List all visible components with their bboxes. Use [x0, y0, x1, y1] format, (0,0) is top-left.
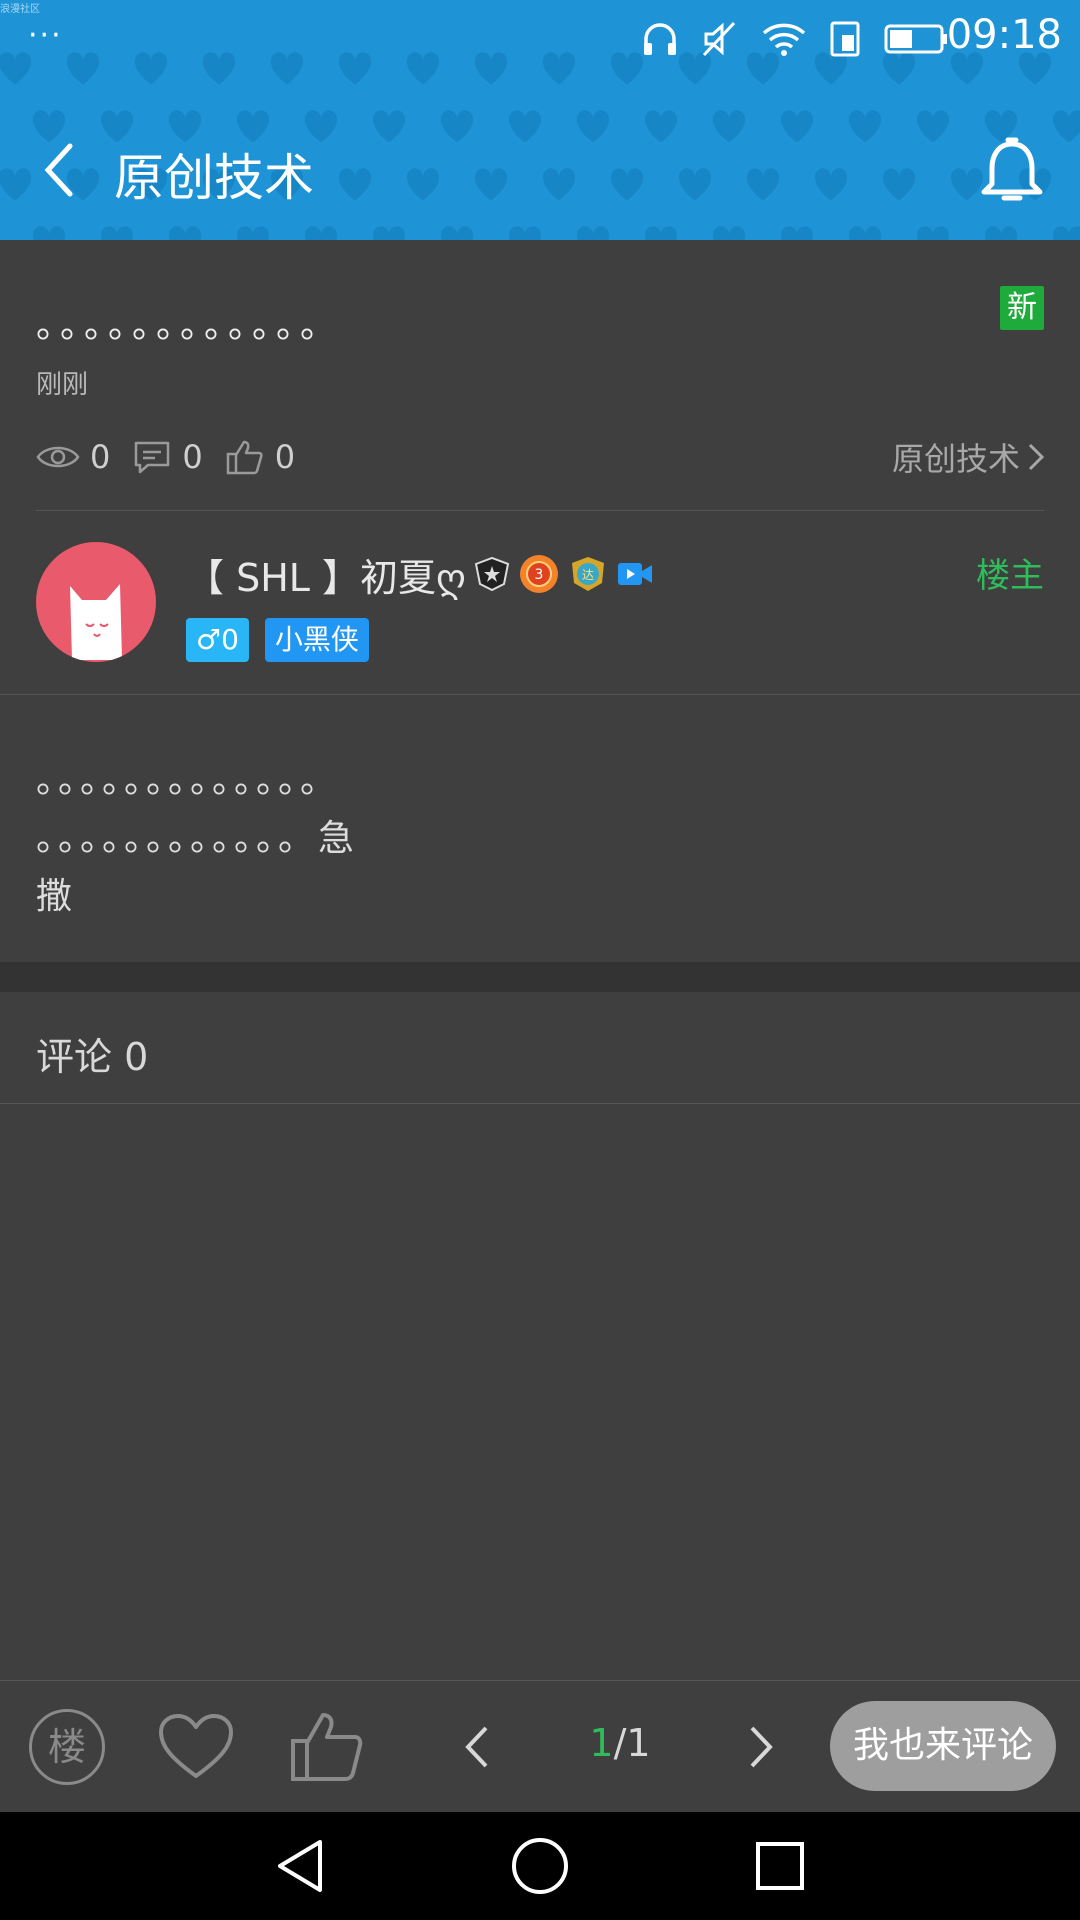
- views-stat: 0: [36, 438, 110, 476]
- heart-icon: [159, 1714, 233, 1778]
- chevron-right-icon: [750, 1726, 773, 1768]
- system-navigation-bar: [0, 1812, 1080, 1920]
- square-recents-icon: [756, 1842, 804, 1890]
- page-indicator[interactable]: 1/1: [560, 1721, 680, 1765]
- chevron-right-icon: [1028, 443, 1045, 471]
- thumbs-up-icon: [291, 1713, 363, 1781]
- page-total: /1: [613, 1721, 651, 1765]
- system-home-button[interactable]: [508, 1834, 572, 1898]
- floor-icon: 楼: [29, 1709, 105, 1785]
- favorite-button[interactable]: [156, 1705, 236, 1789]
- bell-icon: [981, 137, 1043, 201]
- level-tag: 小黑侠: [264, 618, 369, 662]
- likes-count: 0: [274, 438, 296, 476]
- divider: [36, 510, 1044, 511]
- video-badge-icon: [617, 563, 652, 585]
- comments-stat: 0: [132, 438, 203, 476]
- post-body-line: 撒: [36, 876, 77, 917]
- section-separator: [0, 962, 1080, 992]
- thread-owner-tag: 楼主: [976, 556, 1044, 596]
- jump-to-floor-button[interactable]: 楼: [28, 1705, 106, 1789]
- new-badge: 新: [1000, 286, 1044, 330]
- back-button[interactable]: [40, 130, 90, 210]
- chevron-left-icon: [44, 143, 73, 197]
- post-time: 刚刚: [36, 370, 89, 400]
- like-button[interactable]: [288, 1705, 368, 1789]
- svg-text:达: 达: [582, 568, 594, 582]
- system-back-button[interactable]: [268, 1834, 332, 1898]
- post-body: 。。。。。。。。。。。。。 。。。。。。。。。。。。急 撒: [36, 752, 1044, 926]
- svg-text:3: 3: [534, 567, 543, 583]
- triangle-back-icon: [278, 1840, 322, 1892]
- write-comment-button[interactable]: 我也来评论: [830, 1701, 1056, 1791]
- notification-more-icon: ···: [28, 18, 63, 53]
- expert-medal-icon: 达: [571, 557, 604, 591]
- comments-count: 0: [182, 438, 203, 476]
- page-title: 原创技术: [114, 149, 314, 207]
- status-icons: [640, 16, 950, 62]
- comments-label: 评论 0: [36, 1035, 149, 1079]
- previous-page-button[interactable]: [452, 1705, 502, 1789]
- avatar[interactable]: [36, 542, 156, 662]
- author-tags: ♂0 小黑侠: [186, 618, 369, 662]
- thumbs-up-icon: [226, 440, 263, 475]
- app-header: 浪漫社区 ··· 09:18 原创技术: [0, 0, 1080, 240]
- wifi-icon: [762, 23, 806, 56]
- category-label: 原创技术: [891, 440, 1020, 478]
- status-clock: 09:18: [946, 12, 1062, 58]
- level-3-medal-icon: 3: [519, 555, 558, 593]
- likes-stat: 0: [225, 438, 295, 476]
- eye-icon: [36, 446, 80, 468]
- next-page-button[interactable]: [736, 1705, 786, 1789]
- gender-tag: ♂0: [186, 618, 249, 662]
- post-body-line: 。。。。。。。。。。。。。: [36, 760, 341, 801]
- post-stats: 0 0 0: [36, 432, 295, 482]
- cat-avatar-icon: [70, 584, 122, 660]
- notification-button[interactable]: [974, 134, 1050, 210]
- system-recents-button[interactable]: [748, 1834, 812, 1898]
- headphones-icon: [644, 23, 676, 55]
- shield-medal-icon: [474, 556, 510, 592]
- category-link[interactable]: 原创技术: [892, 432, 1046, 482]
- views-count: 0: [90, 438, 111, 476]
- post-title: 。。。。。。。。。。。。: [36, 305, 343, 346]
- battery-icon: [884, 24, 947, 54]
- post-body-line: 。。。。。。。。。。。。急: [36, 818, 359, 859]
- chevron-left-icon: [465, 1726, 488, 1768]
- author-name-row: 【 SHL 】初夏ღ 3 达: [186, 546, 654, 602]
- mute-icon: [702, 21, 736, 57]
- post-header-section: 。。。。。。。。。。。。 新 刚刚 0 0 0 原创技术 【 SHL 】初夏ღ: [0, 240, 1080, 695]
- app-label: 浪漫社区: [0, 4, 40, 15]
- comments-header: 评论 0: [0, 992, 1080, 1104]
- divider: [0, 694, 1080, 695]
- author-name[interactable]: 【 SHL 】初夏ღ: [186, 547, 466, 602]
- sim-icon: [830, 21, 860, 57]
- page-current: 1: [589, 1721, 614, 1765]
- bottom-action-bar: 楼 1/1 我也来评论: [0, 1680, 1080, 1812]
- comment-bubble-icon: [135, 441, 170, 474]
- circle-home-icon: [512, 1838, 568, 1894]
